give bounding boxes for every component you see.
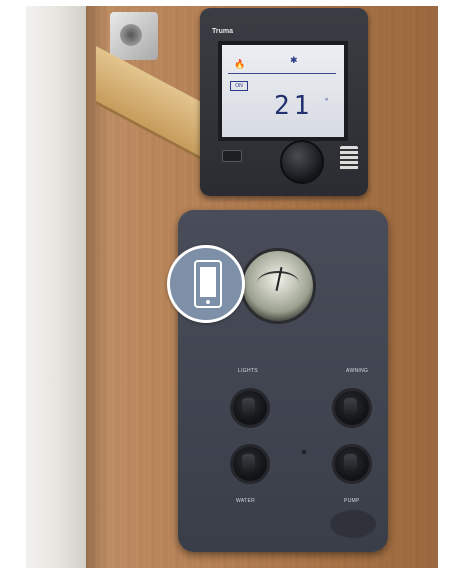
smartphone-icon xyxy=(194,260,222,308)
phone-home-dot xyxy=(206,300,210,304)
panel-cap xyxy=(330,510,376,538)
temperature-readout: 21 xyxy=(274,91,314,121)
lights-label: LIGHTS xyxy=(238,368,258,374)
awning-switch[interactable] xyxy=(332,388,372,428)
lights-switch[interactable] xyxy=(230,388,270,428)
thermostat-brand: Truma xyxy=(212,28,234,35)
battery-gauge xyxy=(240,248,316,324)
display-divider xyxy=(228,73,336,74)
thermostat-menu-button[interactable] xyxy=(222,150,242,162)
curtain xyxy=(26,6,86,568)
wall-bracket xyxy=(110,12,158,60)
thermostat-display: 🔥 ✱ ON 21 ° xyxy=(218,41,348,141)
awning-label: AWNING xyxy=(346,368,369,374)
thermostat-rotary-knob[interactable] xyxy=(280,140,324,184)
degree-icon: ° xyxy=(325,97,329,106)
thermostat-label-plate xyxy=(340,146,358,170)
mode-tag: ON xyxy=(230,81,248,91)
fan-icon: ✱ xyxy=(290,55,298,65)
water-label: WATER xyxy=(236,498,255,504)
flame-icon: 🔥 xyxy=(234,59,246,69)
indicator-led xyxy=(302,450,306,454)
bracket-hole xyxy=(120,24,142,46)
water-switch[interactable] xyxy=(230,444,270,484)
phone-screen xyxy=(200,267,216,297)
pump-switch[interactable] xyxy=(332,444,372,484)
thermostat-control: Truma 🔥 ✱ ON 21 ° xyxy=(200,8,368,196)
smartphone-badge[interactable] xyxy=(167,245,245,323)
pump-label: PUMP xyxy=(344,498,360,504)
